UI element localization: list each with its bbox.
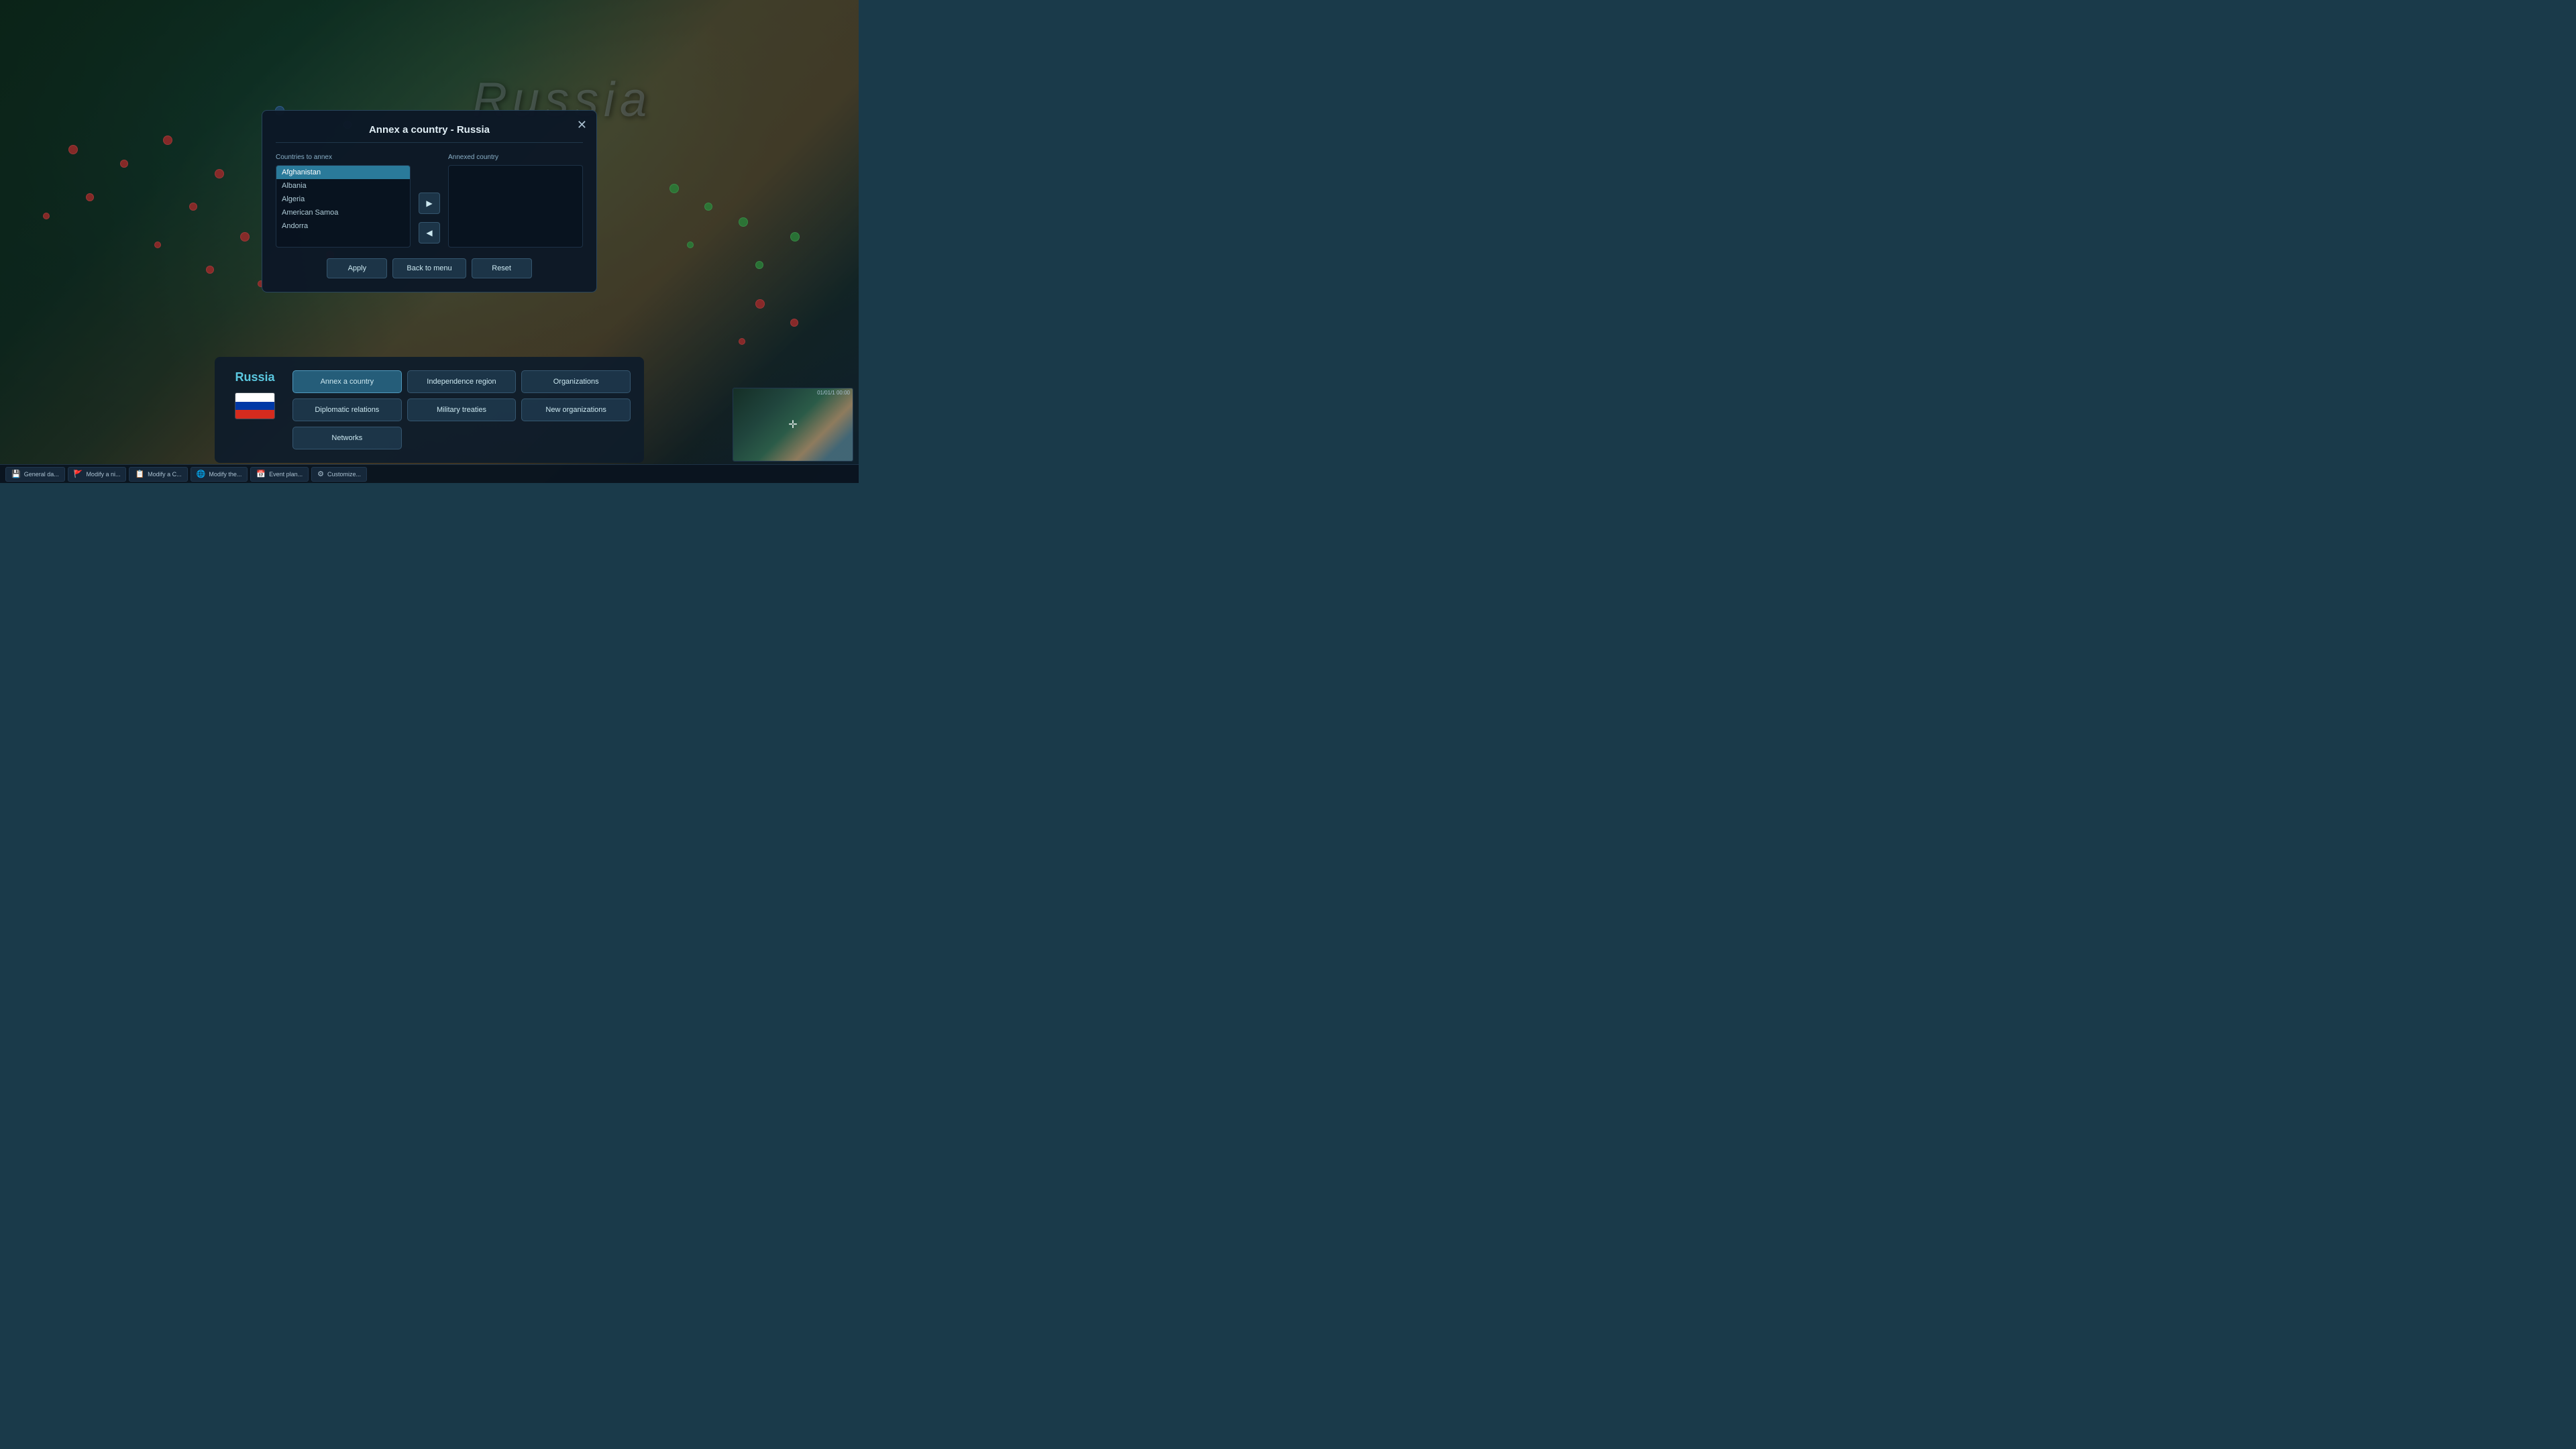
countries-to-annex-header: Countries to annex [276, 154, 411, 161]
reset-button[interactable]: Reset [472, 258, 532, 278]
annexed-country-list[interactable] [448, 165, 583, 248]
military-treaties-button[interactable]: Military treaties [407, 398, 517, 421]
taskbar-label: Event plan... [269, 471, 303, 478]
countries-to-annex-list[interactable]: Afghanistan Albania Algeria American Sam… [276, 165, 411, 248]
annex-dialog: Annex a country - Russia ✕ Countries to … [262, 110, 597, 292]
back-to-menu-button[interactable]: Back to menu [392, 258, 466, 278]
taskbar-item-modify-ni[interactable]: 🚩 Modify a ni... [68, 467, 127, 482]
taskbar-item-modify-the[interactable]: 🌐 Modify the... [191, 467, 248, 482]
networks-button[interactable]: Networks [292, 427, 402, 449]
bottom-panel: Russia Annex a country Independence regi… [215, 357, 644, 463]
gear-icon: ⚙ [317, 470, 324, 478]
taskbar-item-customize[interactable]: ⚙ Customize... [311, 467, 367, 482]
globe-icon: 🌐 [197, 470, 206, 478]
move-right-button[interactable]: ▶ [419, 193, 440, 214]
taskbar-label: Modify a C... [148, 471, 182, 478]
annex-country-button[interactable]: Annex a country [292, 370, 402, 393]
taskbar-label: Customize... [327, 471, 361, 478]
flag-white-stripe [235, 393, 274, 402]
annexed-country-header: Annexed country [448, 154, 583, 161]
list-item[interactable]: Afghanistan [276, 166, 410, 179]
taskbar-label: Modify the... [209, 471, 241, 478]
minimap-time: 01/01/1 00:00 [817, 390, 850, 396]
new-organizations-button[interactable]: New organizations [521, 398, 631, 421]
save-icon: 💾 [11, 470, 21, 478]
taskbar-item-modify-c[interactable]: 📋 Modify a C... [129, 467, 187, 482]
organizations-button[interactable]: Organizations [521, 370, 631, 393]
list-item[interactable]: Algeria [276, 193, 410, 206]
country-name: Russia [235, 370, 274, 384]
action-buttons-grid: Annex a country Independence region Orga… [292, 370, 631, 449]
flag-red-stripe [235, 410, 274, 419]
taskbar: 💾 General da... 🚩 Modify a ni... 📋 Modif… [0, 464, 859, 483]
dialog-close-button[interactable]: ✕ [577, 119, 587, 131]
transfer-arrows: ▶ ◀ [419, 154, 440, 248]
list-item[interactable]: American Samoa [276, 206, 410, 219]
taskbar-label: Modify a ni... [86, 471, 120, 478]
dialog-actions: Apply Back to menu Reset [276, 258, 583, 278]
flag-icon: 🚩 [74, 470, 83, 478]
clipboard-icon: 📋 [135, 470, 144, 478]
flag-blue-stripe [235, 402, 274, 411]
taskbar-item-event[interactable]: 📅 Event plan... [250, 467, 309, 482]
move-left-button[interactable]: ◀ [419, 222, 440, 244]
dialog-content: Countries to annex Afghanistan Albania A… [276, 154, 583, 248]
annexed-country-column: Annexed country [448, 154, 583, 248]
taskbar-item-general[interactable]: 💾 General da... [5, 467, 65, 482]
dialog-title: Annex a country - Russia [276, 124, 583, 143]
calendar-icon: 📅 [256, 470, 266, 478]
independence-region-button[interactable]: Independence region [407, 370, 517, 393]
country-info: Russia [228, 370, 282, 419]
minimap: 01/01/1 00:00 ✛ [733, 388, 853, 462]
diplomatic-relations-button[interactable]: Diplomatic relations [292, 398, 402, 421]
taskbar-label: General da... [24, 471, 59, 478]
countries-to-annex-column: Countries to annex Afghanistan Albania A… [276, 154, 411, 248]
list-item[interactable]: Andorra [276, 219, 410, 233]
russia-flag [235, 392, 275, 419]
minimap-crosshair: ✛ [788, 418, 797, 431]
list-item[interactable]: Albania [276, 179, 410, 193]
apply-button[interactable]: Apply [327, 258, 387, 278]
